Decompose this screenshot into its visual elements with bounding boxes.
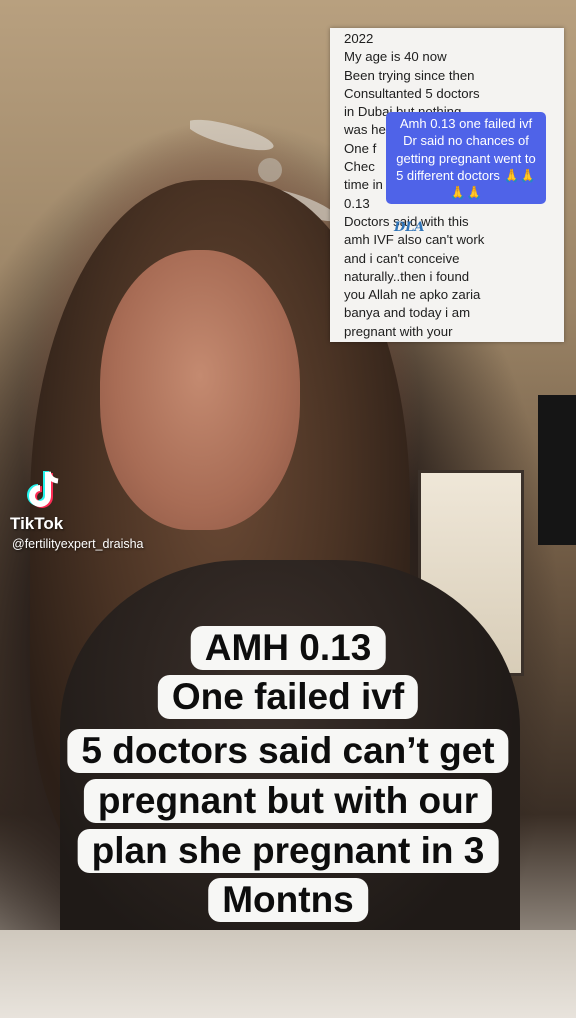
praying-hands-icon: 🙏🙏: [503, 167, 536, 183]
caption-line: Montns: [208, 878, 368, 922]
message-line: Consultanted 5 doctors: [344, 85, 480, 101]
message-line: banya and today i am: [344, 305, 471, 321]
banner-line: Dr said no chances of: [403, 133, 529, 149]
caption-line: plan she pregnant in 3: [77, 829, 499, 873]
caption-line: One failed ivf: [157, 675, 419, 719]
banner-line: 5 different doctors 🙏🙏: [396, 167, 536, 183]
tiktok-logo-icon: [27, 471, 59, 508]
message-line: My age is 40 now: [344, 49, 447, 65]
caption-line: pregnant but with our: [83, 779, 493, 823]
tv-screen: [538, 395, 576, 545]
message-line: naturally..then i found: [344, 268, 470, 284]
message-line: 2022: [344, 31, 374, 46]
banner-line: Amh 0.13 one failed ivf: [399, 116, 533, 131]
floor-light: [0, 930, 576, 1018]
banner-line: getting pregnant went to: [396, 150, 536, 166]
tiktok-brand-label: TikTok: [10, 514, 64, 533]
message-line: Been trying since then: [344, 67, 475, 83]
highlight-banner: Amh 0.13 one failed ivf Dr said no chanc…: [386, 112, 546, 205]
message-line: Doctors said with this: [344, 213, 469, 229]
person-face: [100, 250, 300, 530]
creator-username: @fertilityexpert_draisha: [12, 537, 144, 551]
caption-line: 5 doctors said can’t get: [67, 729, 509, 773]
clinic-logo: DLA: [394, 220, 425, 235]
message-line: amh IVF also can't work: [344, 232, 485, 248]
message-line: and i can't conceive: [344, 250, 460, 266]
praying-hands-icon: 🙏🙏: [449, 185, 483, 201]
caption-line: AMH 0.13: [190, 626, 386, 670]
message-line: you Allah ne apko zaria: [344, 287, 481, 303]
banner-emoji-line: 🙏🙏: [386, 184, 546, 201]
message-line: pregnant with your: [344, 323, 453, 339]
